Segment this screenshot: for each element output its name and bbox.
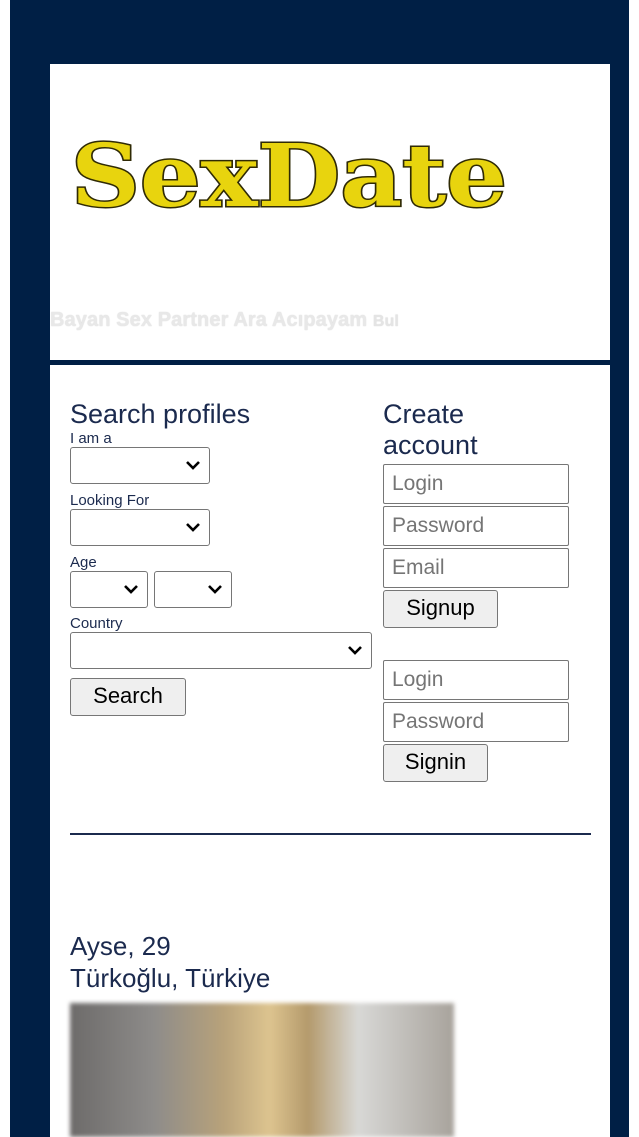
site-header: SexDate Bayan Sex Partner Ara Acıpayam B…	[50, 64, 610, 360]
section-divider	[70, 833, 591, 835]
create-heading-line2: account	[383, 430, 478, 460]
tagline-suffix: Bul	[372, 313, 399, 330]
create-account-form: Create account Login Password Email Sign…	[383, 399, 593, 782]
age-label: Age	[70, 554, 97, 571]
iam-label: I am a	[70, 430, 112, 447]
signin-login-input[interactable]: Login	[383, 660, 569, 700]
chevron-down-icon	[348, 646, 362, 655]
signup-email-input[interactable]: Email	[383, 548, 569, 588]
age-min-select[interactable]	[70, 571, 148, 608]
looking-for-select[interactable]	[70, 509, 210, 546]
age-max-select[interactable]	[154, 571, 233, 608]
chevron-down-icon	[124, 585, 138, 594]
signup-login-input[interactable]: Login	[383, 464, 569, 504]
profile-location: Türkoğlu, Türkiye	[70, 963, 271, 993]
signin-password-input[interactable]: Password	[383, 702, 569, 742]
chevron-down-icon	[208, 585, 223, 594]
chevron-down-icon	[186, 461, 200, 470]
signin-button[interactable]: Signin	[383, 744, 488, 782]
search-profiles-form: Search profiles I am a Looking For Age C…	[70, 399, 375, 716]
country-select[interactable]	[70, 632, 372, 669]
country-label: Country	[70, 615, 123, 632]
signup-button[interactable]: Signup	[383, 590, 498, 628]
tagline-main: Bayan Sex Partner Ara Acıpayam	[50, 309, 368, 331]
chevron-down-icon	[186, 523, 200, 532]
sexdate-logo[interactable]: SexDate	[67, 124, 513, 225]
tagline: Bayan Sex Partner Ara Acıpayam Bul	[50, 309, 399, 332]
signup-password-input[interactable]: Password	[383, 506, 569, 546]
profile-name-age[interactable]: Ayse, 29	[70, 931, 171, 961]
iam-select[interactable]	[70, 447, 210, 484]
search-heading: Search profiles	[70, 399, 251, 429]
profile-photo[interactable]	[70, 1003, 454, 1137]
create-heading-line1: Create	[383, 399, 465, 429]
main-content: Search profiles I am a Looking For Age C…	[50, 365, 610, 1137]
looking-for-label: Looking For	[70, 492, 150, 509]
svg-text:SexDate: SexDate	[71, 126, 507, 224]
search-button[interactable]: Search	[70, 678, 186, 716]
